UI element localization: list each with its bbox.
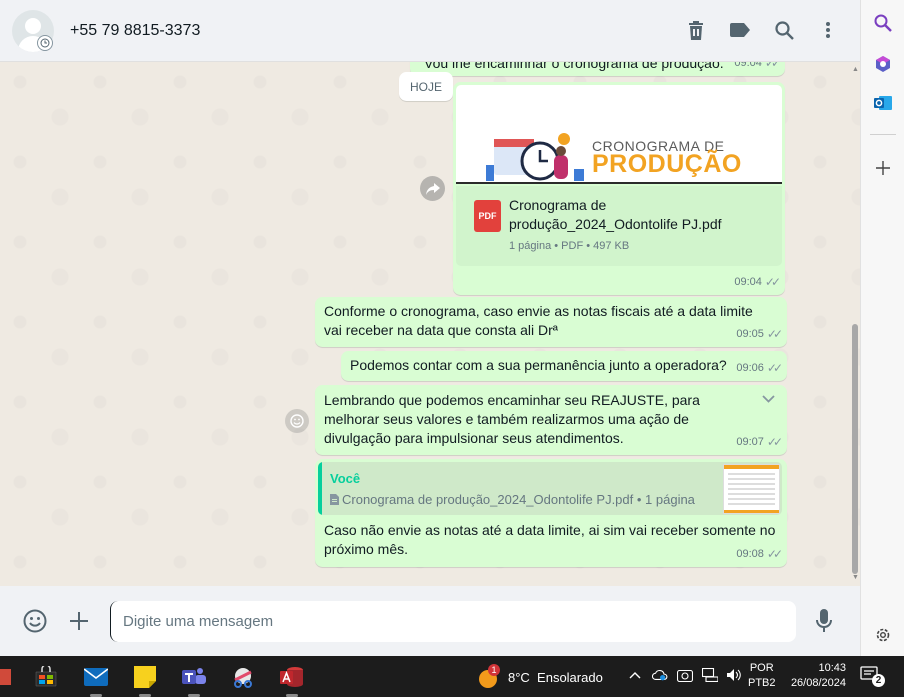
forward-icon[interactable] (420, 176, 445, 201)
quote-author: Você (330, 471, 361, 486)
scroll-down-arrow-icon[interactable]: ▼ (852, 574, 859, 581)
double-check-icon: ✓✓ (766, 435, 783, 449)
weather-widget[interactable]: 1 8°C Ensolarado (478, 664, 603, 689)
copilot-icon[interactable] (872, 53, 894, 75)
camera-icon[interactable] (677, 667, 693, 683)
weather-alert-badge: 1 (488, 664, 500, 676)
time-text: 09:04 (734, 62, 762, 69)
date-chip: HOJE (399, 72, 453, 101)
contact-name[interactable]: +55 79 8815-3373 (70, 22, 200, 40)
volume-icon[interactable] (727, 667, 743, 683)
weather-text: 8°C Ensolarado (508, 669, 603, 685)
chevron-down-icon[interactable] (757, 391, 779, 407)
preview-title-line2: PRODUÇÃO (592, 150, 742, 178)
chat-area[interactable]: Vou lhe encaminhar o cronograma de produ… (0, 62, 860, 586)
message-bubble-outgoing[interactable]: Lembrando que podemos encaminhar seu REA… (315, 385, 787, 455)
quote-bar (318, 462, 322, 515)
time-text: 09:06 (736, 362, 764, 374)
message-composer (0, 586, 860, 656)
app-icon-partial[interactable] (0, 664, 16, 690)
rail-divider (870, 134, 896, 135)
onedrive-sync-icon[interactable] (652, 667, 668, 683)
attach-plus-icon[interactable] (66, 608, 92, 634)
quote-thumbnail (723, 464, 780, 514)
network-icon[interactable] (702, 667, 718, 683)
sun-weather-icon: 1 (478, 664, 500, 688)
sticky-notes-icon[interactable] (132, 664, 158, 690)
emoji-icon[interactable] (22, 608, 48, 634)
menu-icon[interactable] (816, 18, 840, 42)
message-time: 09:04 ✓✓ (734, 273, 781, 292)
double-check-icon: ✓✓ (766, 547, 783, 561)
microphone-icon[interactable] (811, 608, 837, 634)
add-plus-icon[interactable] (872, 157, 894, 179)
document-file-row[interactable]: PDF Cronograma de produção_2024_Odontoli… (456, 186, 782, 266)
message-input[interactable] (110, 601, 796, 642)
teams-icon[interactable] (181, 664, 207, 690)
clock-time: 10:43 (818, 662, 846, 674)
label-icon[interactable] (728, 18, 752, 42)
time-text: 09:04 (734, 276, 762, 288)
clock-date: 26/08/2024 (790, 677, 846, 689)
document-file-name: Cronograma de produção_2024_Odontolife P… (509, 197, 722, 232)
message-time: 09:04 ✓✓ (734, 62, 781, 73)
pdf-file-icon: PDF (474, 200, 501, 232)
microsoft-store-icon[interactable] (33, 664, 59, 690)
message-document[interactable]: CRONOGRAMA DE PRODUÇÃO PDF Cronograma de… (453, 82, 785, 295)
emoji-reaction-icon[interactable] (285, 409, 309, 433)
chat-scrollbar[interactable]: ▲ ▼ (851, 62, 860, 586)
scroll-up-arrow-icon[interactable]: ▲ (852, 66, 859, 73)
chat-header: +55 79 8815-3373 (0, 0, 860, 62)
mail-icon[interactable] (83, 664, 109, 690)
notification-center[interactable]: 2 (860, 666, 885, 688)
time-text: 09:05 (736, 328, 764, 340)
message-bubble-outgoing[interactable]: Vou lhe encaminhar o cronograma de produ… (410, 62, 785, 76)
double-check-icon: ✓✓ (764, 275, 781, 289)
chevron-up-icon[interactable] (627, 667, 643, 683)
message-text: Podemos contar com a sua permanência jun… (350, 357, 727, 373)
message-time: 09:07 ✓✓ (736, 433, 783, 452)
message-bubble-reply[interactable]: Você Cronograma de produção_2024_Odontol… (315, 459, 787, 567)
message-time: 09:05 ✓✓ (736, 325, 783, 344)
message-text: Vou lhe encaminhar o cronograma de produ… (424, 62, 724, 71)
system-tray (627, 667, 743, 683)
double-check-icon: ✓✓ (766, 361, 783, 375)
browser-side-rail (860, 0, 904, 656)
status-clock-icon (37, 35, 53, 51)
delete-icon[interactable] (684, 18, 708, 42)
search-icon[interactable] (872, 12, 894, 34)
message-time: 09:06 ✓✓ (736, 359, 783, 378)
language-code: POR (749, 662, 774, 674)
double-check-icon: ✓✓ (766, 327, 783, 341)
avatar-head-shape (25, 18, 41, 34)
quote-text-content: Cronograma de produção_2024_Odontolife P… (342, 492, 695, 507)
message-bubble-outgoing[interactable]: Podemos contar com a sua permanência jun… (341, 351, 787, 381)
message-text: Caso não envie as notas até a data limit… (324, 522, 776, 557)
settings-gear-icon[interactable] (872, 624, 894, 646)
message-text: Lembrando que podemos encaminhar seu REA… (324, 392, 700, 446)
header-actions (684, 18, 840, 42)
document-file-meta: 1 página • PDF • 497 KB (509, 240, 630, 252)
message-text: Conforme o cronograma, caso envie as not… (324, 303, 753, 338)
quoted-message[interactable]: Você Cronograma de produção_2024_Odontol… (318, 462, 782, 515)
input-language-indicator[interactable]: POR PTB2 (748, 661, 776, 691)
double-check-icon: ✓✓ (764, 62, 781, 70)
outlook-icon[interactable] (872, 92, 894, 114)
notification-count-badge: 2 (872, 674, 885, 687)
snipping-tool-icon[interactable] (230, 664, 256, 690)
taskbar-clock[interactable]: 10:43 26/08/2024 (784, 661, 846, 691)
message-bubble-outgoing[interactable]: Conforme o cronograma, caso envie as not… (315, 297, 787, 347)
search-icon[interactable] (772, 18, 796, 42)
quote-text: Cronograma de produção_2024_Odontolife P… (330, 490, 695, 509)
calendar-clock-illustration (486, 133, 584, 181)
document-icon (330, 494, 339, 505)
access-icon[interactable] (279, 664, 305, 690)
time-text: 09:07 (736, 436, 764, 448)
keyboard-layout: PTB2 (748, 677, 776, 689)
scroll-thumb[interactable] (852, 324, 858, 574)
message-time: 09:08 ✓✓ (736, 545, 783, 564)
document-preview[interactable]: CRONOGRAMA DE PRODUÇÃO (456, 85, 782, 184)
time-text: 09:08 (736, 548, 764, 560)
windows-taskbar: 1 8°C Ensolarado POR PTB2 10:43 26/08/20… (0, 656, 904, 697)
